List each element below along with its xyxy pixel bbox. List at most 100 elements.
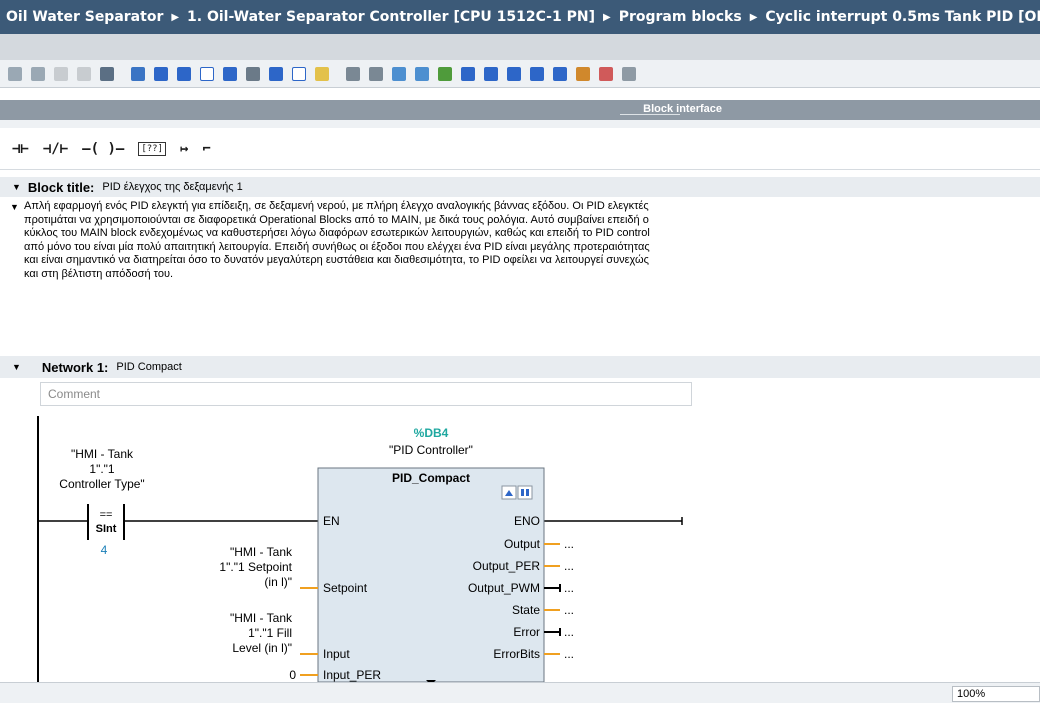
block-description[interactable]: Απλή εφαρμογή ενός PID ελεγκτή για επίδε… bbox=[24, 200, 660, 281]
setpoint-tag-line[interactable]: (in l)" bbox=[264, 575, 292, 589]
online-icon[interactable] bbox=[622, 66, 636, 81]
check-icon[interactable] bbox=[438, 66, 452, 81]
tag-info-icon[interactable] bbox=[269, 66, 283, 81]
output-value[interactable]: ... bbox=[564, 537, 574, 551]
trace-icon[interactable] bbox=[599, 66, 613, 81]
output-value[interactable]: ... bbox=[564, 625, 574, 639]
empty-box-icon[interactable]: [??] bbox=[138, 141, 166, 156]
contact-tag-line: "HMI - Tank bbox=[71, 447, 134, 461]
setpoint-tag-line[interactable]: 1"."1 Setpoint bbox=[219, 560, 292, 574]
input-tag-line[interactable]: 1"."1 Fill bbox=[248, 626, 292, 640]
block-title-row[interactable]: ▼ Block title: PID έλεγχος της δεξαμενής… bbox=[0, 177, 1040, 197]
zoom-level-field[interactable]: 100% bbox=[952, 686, 1040, 702]
watch-table-icon[interactable] bbox=[576, 66, 590, 81]
compare-contact[interactable]: "HMI - Tank 1"."1 Controller Type" == SI… bbox=[59, 447, 144, 557]
go-to-icon[interactable] bbox=[346, 66, 360, 81]
breadcrumb-separator-icon: ▶ bbox=[603, 11, 611, 23]
input-per-value[interactable]: 0 bbox=[289, 668, 296, 682]
contact-tag-line: Controller Type" bbox=[59, 477, 144, 491]
pin-output-per: Output_PER bbox=[473, 559, 541, 573]
close-all-networks-icon[interactable] bbox=[154, 66, 168, 81]
instance-db-number[interactable]: %DB4 bbox=[414, 426, 449, 440]
output-value[interactable]: ... bbox=[564, 581, 574, 595]
breadcrumb-item-project[interactable]: Oil Water Separator bbox=[6, 9, 163, 25]
pin-state: State bbox=[512, 603, 540, 617]
compare-operator: == bbox=[100, 509, 113, 521]
pin-input: Input bbox=[323, 647, 350, 661]
pin-output-pwm: Output_PWM bbox=[468, 581, 540, 595]
indent-icon[interactable] bbox=[461, 66, 475, 81]
outdent-icon[interactable] bbox=[484, 66, 498, 81]
input-tag-line[interactable]: Level (in l)" bbox=[232, 641, 292, 655]
add-row-icon[interactable] bbox=[77, 66, 91, 81]
favorites-icon[interactable] bbox=[246, 66, 260, 81]
editor-toolbar bbox=[0, 60, 1040, 88]
block-interface-splitter[interactable]: Block interface bbox=[0, 100, 1040, 120]
breadcrumb: Oil Water Separator ▶ 1. Oil-Water Separ… bbox=[0, 0, 1040, 34]
network-overview-icon[interactable] bbox=[177, 66, 191, 81]
instance-db-name[interactable]: "PID Controller" bbox=[389, 443, 473, 457]
input-tag-line[interactable]: "HMI - Tank bbox=[230, 611, 293, 625]
pin-input-per: Input_PER bbox=[323, 668, 381, 682]
contact-tag-line: 1"."1 bbox=[89, 462, 115, 476]
pin-output: Output bbox=[504, 537, 541, 551]
breadcrumb-item-program-blocks[interactable]: Program blocks bbox=[619, 9, 742, 25]
pin-error: Error bbox=[513, 625, 540, 639]
lad-elements-toolbar: ⊣⊢ ⊣/⊢ –( )– [??] ↦ ⌐ bbox=[0, 128, 1040, 170]
compare-icon[interactable] bbox=[415, 66, 429, 81]
breadcrumb-item-device[interactable]: 1. Oil-Water Separator Controller [CPU 1… bbox=[187, 9, 595, 25]
pin-setpoint: Setpoint bbox=[323, 581, 368, 595]
output-value[interactable]: ... bbox=[564, 603, 574, 617]
network-comments-icon[interactable] bbox=[292, 66, 306, 81]
ladder-network-svg: "HMI - Tank 1"."1 Controller Type" == SI… bbox=[37, 416, 683, 682]
delete-network-icon[interactable] bbox=[31, 66, 45, 81]
insert-network-icon[interactable] bbox=[8, 66, 22, 81]
editor-header-strip bbox=[0, 34, 1040, 60]
coil-icon[interactable]: –( )– bbox=[82, 141, 124, 157]
block-title-label: Block title: bbox=[27, 179, 95, 195]
block-title-value[interactable]: PID έλεγχος της δεξαμενής 1 bbox=[102, 181, 242, 193]
breadcrumb-item-block[interactable]: Cyclic interrupt 0.5ms Tank PID [OB31] bbox=[765, 9, 1040, 25]
status-bar: 100% bbox=[0, 682, 1040, 703]
open-all-networks-icon[interactable] bbox=[131, 66, 145, 81]
normally-open-contact-icon[interactable]: ⊣⊢ bbox=[12, 141, 29, 157]
network-header[interactable]: ▼ Network 1: PID Compact bbox=[0, 356, 1040, 378]
output-value[interactable]: ... bbox=[564, 559, 574, 573]
pin-errorbits: ErrorBits bbox=[493, 647, 540, 661]
bookmark-icon[interactable] bbox=[530, 66, 544, 81]
block-type-name: PID_Compact bbox=[392, 471, 470, 485]
normally-closed-contact-icon[interactable]: ⊣/⊢ bbox=[43, 141, 68, 157]
splitter-strip bbox=[0, 120, 1040, 128]
breadcrumb-separator-icon: ▶ bbox=[749, 11, 758, 23]
splitter-grip-icon[interactable] bbox=[620, 114, 680, 119]
collapse-triangle-icon[interactable]: ▼ bbox=[10, 201, 19, 215]
compare-type: SInt bbox=[96, 523, 117, 535]
network-label: Network 1: bbox=[41, 359, 109, 375]
ladder-diagram: "HMI - Tank 1"."1 Controller Type" == SI… bbox=[0, 406, 1040, 682]
configuration-icon bbox=[526, 489, 529, 496]
pin-eno: ENO bbox=[514, 514, 540, 528]
configuration-icon bbox=[521, 489, 524, 496]
absolute-operands-icon[interactable] bbox=[223, 66, 237, 81]
configuration-icon[interactable] bbox=[517, 485, 533, 500]
output-value[interactable]: ... bbox=[564, 647, 574, 661]
collapse-triangle-icon[interactable]: ▼ bbox=[12, 362, 21, 372]
open-branch-icon[interactable]: ↦ bbox=[180, 141, 188, 157]
monitor-icon[interactable] bbox=[392, 66, 406, 81]
block-comment[interactable]: ▼ Απλή εφαρμογή ενός PID ελεγκτή για επί… bbox=[10, 200, 660, 281]
highlight-icon[interactable] bbox=[315, 66, 329, 81]
insert-row-icon[interactable] bbox=[54, 66, 68, 81]
pin-en: EN bbox=[323, 514, 340, 528]
setpoint-tag-line[interactable]: "HMI - Tank bbox=[230, 545, 293, 559]
format-icon[interactable] bbox=[507, 66, 521, 81]
bookmark-next-icon[interactable] bbox=[553, 66, 567, 81]
show-comments-icon[interactable] bbox=[200, 66, 214, 81]
close-branch-icon[interactable]: ⌐ bbox=[202, 141, 210, 157]
block-call-icon[interactable] bbox=[100, 66, 114, 81]
pid-compact-block[interactable]: %DB4 "PID Controller" PID_Compact EN ENO… bbox=[219, 426, 574, 682]
find-icon[interactable] bbox=[369, 66, 383, 81]
network-title[interactable]: PID Compact bbox=[116, 361, 181, 373]
compare-value[interactable]: 4 bbox=[101, 543, 108, 557]
collapse-triangle-icon[interactable]: ▼ bbox=[12, 182, 21, 192]
network-comment-field[interactable]: Comment bbox=[40, 382, 692, 406]
